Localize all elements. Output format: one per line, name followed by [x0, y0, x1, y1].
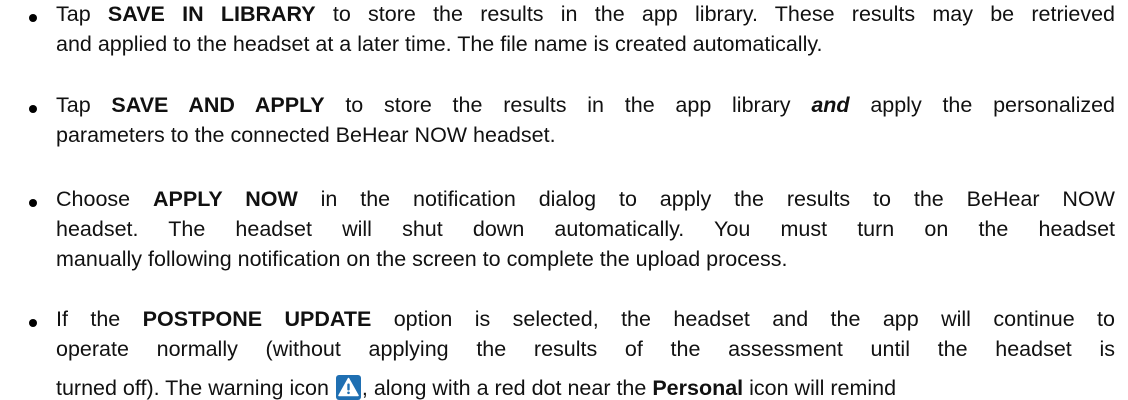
body-text: in the notification dialog to apply the … — [297, 187, 1115, 211]
text-line: manually following notification on the s… — [56, 247, 1128, 271]
body-text: and applied to the headset at a later ti… — [56, 32, 823, 56]
body-text: Choose — [56, 187, 153, 211]
body-text: headset. The headset will shut down auto… — [56, 217, 1115, 241]
body-text: to store the results in the app library — [324, 93, 812, 117]
text-line: If the POSTPONE UPDATE option is selecte… — [56, 307, 1115, 331]
text-line: turned off). The warning icon , along wi… — [56, 375, 1128, 400]
text-line: parameters to the connected BeHear NOW h… — [56, 123, 1128, 147]
emphasis-text: APPLY NOW — [153, 187, 298, 211]
bullet-dot — [29, 105, 37, 113]
body-text: Tap — [56, 2, 108, 26]
bullet-dot — [29, 319, 37, 327]
body-text: Tap — [56, 93, 112, 117]
text-line: Tap SAVE IN LIBRARY to store the results… — [56, 2, 1115, 26]
bullet-dot — [29, 14, 37, 22]
body-text: manually following notification on the s… — [56, 247, 788, 271]
emphasis-text: SAVE AND APPLY — [111, 93, 325, 117]
document-page: Tap SAVE IN LIBRARY to store the results… — [0, 0, 1128, 400]
emphasis-text: POSTPONE UPDATE — [142, 307, 372, 331]
text-line: and applied to the headset at a later ti… — [56, 32, 1128, 56]
body-text: option is selected, the headset and the … — [371, 307, 1115, 331]
warning-icon — [335, 375, 361, 400]
text-line: Tap SAVE AND APPLY to store the results … — [56, 93, 1115, 117]
body-text: apply the personalized — [849, 93, 1116, 117]
emphasis-text: SAVE IN LIBRARY — [107, 2, 316, 26]
text-line: headset. The headset will shut down auto… — [56, 217, 1115, 241]
body-text: parameters to the connected BeHear NOW h… — [56, 123, 556, 147]
body-text: operate normally (without applying the r… — [56, 337, 1115, 361]
text-line: operate normally (without applying the r… — [56, 337, 1115, 361]
emphasis-text: and — [811, 93, 850, 117]
text-line: Choose APPLY NOW in the notification dia… — [56, 187, 1115, 211]
body-text: If the — [56, 307, 143, 331]
bullet-dot — [29, 199, 37, 207]
body-text: to store the results in the app library.… — [315, 2, 1116, 26]
